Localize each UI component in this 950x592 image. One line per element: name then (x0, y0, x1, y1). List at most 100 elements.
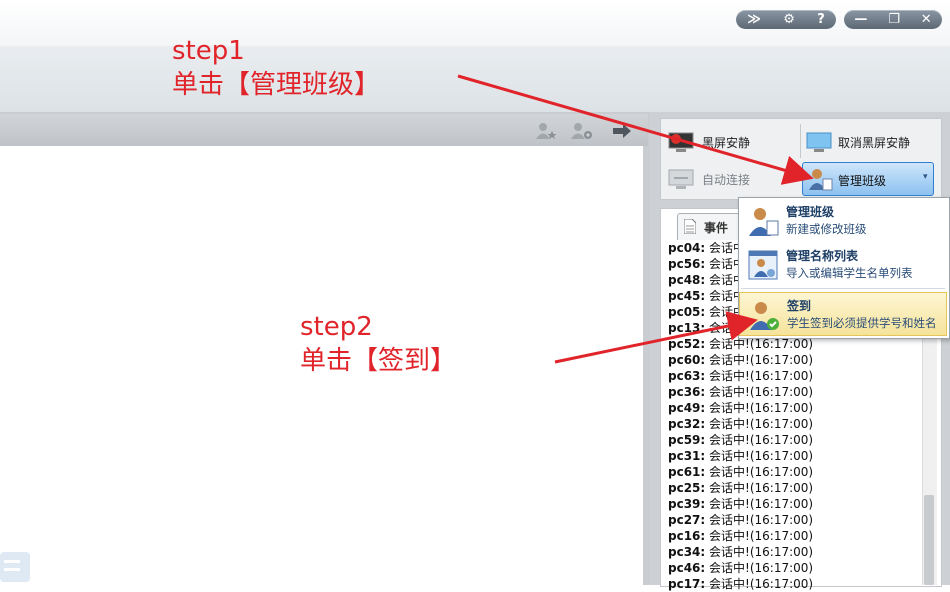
menu-item-manage-class[interactable]: 管理班级 新建或修改班级 (739, 199, 947, 243)
event-pc-name: pc46: (668, 561, 706, 575)
event-pc-name: pc49: (668, 401, 706, 415)
event-status: 会话中!(16:17:00) (709, 481, 814, 495)
menu-item-title: 管理名称列表 (786, 249, 859, 263)
event-status: 会话中!(16:17:00) (709, 337, 814, 351)
manage-class-label: 管理班级 (838, 174, 887, 188)
event-log-line: pc17: 会话中!(16:17:00) (668, 576, 813, 592)
name-list-icon (748, 250, 778, 280)
menu-item-title: 签到 (787, 299, 812, 313)
event-log-line: pc61: 会话中!(16:17:00) (668, 464, 813, 480)
event-status: 会话中!(16:17:00) (709, 529, 814, 543)
menu-item-sign-in[interactable]: 签到 学生签到必须提供学号和姓名 (739, 292, 947, 336)
dropdown-arrow-icon[interactable]: ▾ (923, 172, 928, 182)
event-pc-name: pc45: (668, 289, 706, 303)
event-log-line: pc49: 会话中!(16:17:00) (668, 400, 813, 416)
event-log-line: pc13: 会话中 (668, 320, 745, 336)
monitor-icon (806, 132, 832, 152)
scrollbar-thumb[interactable] (924, 495, 934, 585)
event-log-line: pc25: 会话中!(16:17:00) (668, 480, 813, 496)
event-pc-name: pc27: (668, 513, 706, 527)
black-screen-label: 黑屏安静 (702, 135, 751, 150)
event-status: 会话中!(16:17:00) (709, 385, 814, 399)
event-log-line: pc36: 会话中!(16:17:00) (668, 384, 813, 400)
cancel-black-screen-button[interactable]: 取消黑屏安静 (806, 130, 910, 154)
event-pc-name: pc13: (668, 321, 706, 335)
user-gear-icon[interactable] (570, 122, 594, 140)
event-pc-name: pc56: (668, 257, 706, 271)
event-status: 会话中!(16:17:00) (709, 369, 814, 383)
step1-text: 单击【管理班级】 (172, 70, 381, 100)
event-log-line: pc04: 会话中 (668, 240, 745, 256)
step1-title: step1 (172, 36, 245, 66)
event-pc-name: pc16: (668, 529, 706, 543)
event-log-line: pc16: 会话中!(16:17:00) (668, 528, 813, 544)
event-log-line: pc63: 会话中!(16:17:00) (668, 368, 813, 384)
user-star-icon[interactable] (535, 122, 557, 140)
event-log-line: pc46: 会话中!(16:17:00) (668, 560, 813, 576)
event-status: 会话中!(16:17:00) (709, 561, 814, 575)
event-log-line: pc48: 会话中 (668, 272, 745, 288)
menu-item-desc: 新建或修改班级 (786, 222, 867, 236)
event-log-line: pc05: 会话中 (668, 304, 745, 320)
event-pc-name: pc04: (668, 241, 706, 255)
event-log-line: pc59: 会话中!(16:17:00) (668, 432, 813, 448)
close-icon[interactable]: ✕ (921, 10, 932, 29)
event-status: 会话中!(16:17:00) (709, 353, 814, 367)
event-pc-name: pc39: (668, 497, 706, 511)
floating-tool-icon[interactable] (0, 550, 34, 585)
event-status: 会话中!(16:17:00) (709, 577, 814, 591)
auto-connect-button[interactable]: 自动连接 (668, 167, 750, 191)
divider (800, 124, 801, 158)
event-pc-name: pc31: (668, 449, 706, 463)
event-status: 会话中!(16:17:00) (709, 417, 814, 431)
event-log-line: pc45: 会话中 (668, 288, 745, 304)
arrow-right-icon[interactable] (612, 124, 632, 138)
event-status: 会话中!(16:17:00) (709, 513, 814, 527)
event-pc-name: pc61: (668, 465, 706, 479)
menu-separator (741, 288, 945, 289)
collapse-icon[interactable]: ≫ (747, 10, 761, 29)
tab-events-label: 事件 (704, 221, 729, 235)
event-log-line: pc60: 会话中!(16:17:00) (668, 352, 813, 368)
auto-connect-label: 自动连接 (702, 172, 751, 187)
event-pc-name: pc63: (668, 369, 706, 383)
event-status: 会话中!(16:17:00) (709, 449, 814, 463)
event-pc-name: pc05: (668, 305, 706, 319)
event-pc-name: pc36: (668, 385, 706, 399)
event-pc-name: pc25: (668, 481, 706, 495)
menu-item-desc: 导入或编辑学生名单列表 (786, 266, 913, 280)
step2-text: 单击【签到】 (300, 346, 457, 376)
step2-title: step2 (300, 312, 373, 342)
settings-gear-icon[interactable]: ⚙ (783, 10, 795, 29)
event-status: 会话中!(16:17:00) (709, 497, 814, 511)
tab-events[interactable]: 事件 (677, 213, 745, 240)
event-pc-name: pc52: (668, 337, 706, 351)
cancel-black-screen-label: 取消黑屏安静 (838, 135, 911, 150)
document-icon (684, 219, 696, 234)
minimize-icon[interactable]: — (854, 10, 867, 29)
event-status: 会话中!(16:17:00) (709, 545, 814, 559)
event-status: 会话中!(16:17:00) (709, 433, 814, 447)
manage-class-button[interactable]: 管理班级 ▾ (802, 162, 934, 196)
auto-connect-icon (668, 169, 694, 189)
main-toolbar (0, 46, 950, 112)
event-pc-name: pc34: (668, 545, 706, 559)
event-log-line: pc27: 会话中!(16:17:00) (668, 512, 813, 528)
title-tools-group: ≫ ⚙ ? (736, 10, 836, 29)
event-log-line: pc39: 会话中!(16:17:00) (668, 496, 813, 512)
menu-item-desc: 学生签到必须提供学号和姓名 (787, 316, 937, 330)
sign-in-icon (750, 302, 779, 330)
event-pc-name: pc17: (668, 577, 706, 591)
event-pc-name: pc32: (668, 417, 706, 431)
window-controls-group: — ❐ ✕ (844, 10, 942, 29)
event-log-line: pc34: 会话中!(16:17:00) (668, 544, 813, 560)
event-log-line: pc31: 会话中!(16:17:00) (668, 448, 813, 464)
help-icon[interactable]: ? (817, 10, 825, 29)
event-pc-name: pc60: (668, 353, 706, 367)
event-pc-name: pc48: (668, 273, 706, 287)
black-screen-monitor-icon (668, 132, 694, 152)
event-status: 会话中!(16:17:00) (709, 401, 814, 415)
menu-item-manage-name-list[interactable]: 管理名称列表 导入或编辑学生名单列表 (739, 243, 947, 287)
restore-icon[interactable]: ❐ (888, 10, 900, 29)
black-screen-button[interactable]: 黑屏安静 (668, 130, 750, 154)
